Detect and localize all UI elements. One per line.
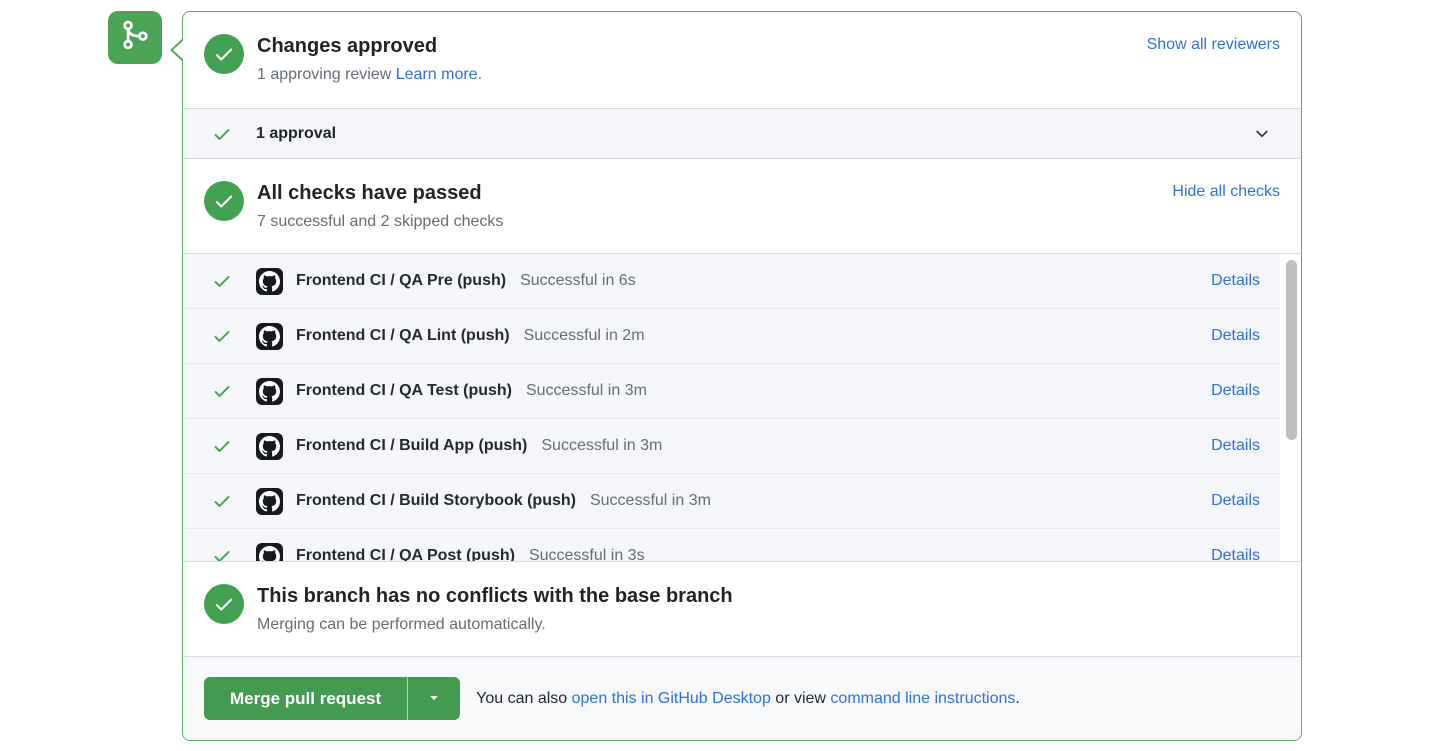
- check-details-link[interactable]: Details: [1211, 547, 1260, 561]
- check-status: Successful in 3m: [526, 382, 647, 400]
- git-merge-badge: [108, 11, 162, 64]
- checks-passed-section: All checks have passed 7 successful and …: [183, 159, 1301, 254]
- merge-footer: Merge pull request You can also open thi…: [183, 656, 1301, 740]
- github-actions-avatar-icon: [256, 323, 283, 350]
- approval-summary-row[interactable]: 1 approval: [183, 108, 1301, 159]
- check-success-icon: [212, 436, 232, 456]
- check-details-link[interactable]: Details: [1211, 327, 1260, 345]
- command-line-instructions-link[interactable]: command line instructions: [830, 690, 1015, 707]
- check-row: Frontend CI / Build App (push) Successfu…: [183, 419, 1280, 474]
- github-actions-avatar-icon: [256, 378, 283, 405]
- approving-review-count: 1 approving review: [257, 66, 391, 83]
- aside-middle: or view: [771, 690, 831, 707]
- check-success-icon: [212, 271, 232, 291]
- checks-title: All checks have passed: [257, 181, 503, 206]
- aside-prefix: You can also: [476, 690, 571, 707]
- check-status: Successful in 3m: [541, 437, 662, 455]
- review-title: Changes approved: [257, 34, 482, 59]
- checks-subtitle: 7 successful and 2 skipped checks: [257, 212, 503, 233]
- merge-pull-request-button[interactable]: Merge pull request: [204, 677, 407, 720]
- check-details-link[interactable]: Details: [1211, 492, 1260, 510]
- check-details-link[interactable]: Details: [1211, 272, 1260, 290]
- check-row: Frontend CI / QA Lint (push) Successful …: [183, 309, 1280, 364]
- learn-more-link[interactable]: Learn more.: [396, 66, 482, 83]
- github-actions-avatar-icon: [256, 268, 283, 295]
- check-name: Frontend CI / Build App (push): [296, 437, 527, 455]
- check-name: Frontend CI / QA Post (push): [296, 547, 515, 561]
- checks-list[interactable]: Frontend CI / QA Pre (push) Successful i…: [183, 254, 1301, 561]
- check-success-icon: [212, 381, 232, 401]
- checks-scrollbar[interactable]: [1286, 260, 1297, 440]
- approval-check-icon: [212, 124, 232, 144]
- check-details-link[interactable]: Details: [1211, 382, 1260, 400]
- no-conflicts-check-circle-icon: [204, 584, 244, 624]
- hide-all-checks-link[interactable]: Hide all checks: [1172, 183, 1280, 201]
- checks-passed-circle-icon: [204, 181, 244, 221]
- no-conflicts-section: This branch has no conflicts with the ba…: [183, 561, 1301, 656]
- check-success-icon: [212, 546, 232, 561]
- check-name: Frontend CI / QA Lint (push): [296, 327, 510, 345]
- check-name: Frontend CI / QA Pre (push): [296, 272, 506, 290]
- check-status: Successful in 3m: [590, 492, 711, 510]
- check-status: Successful in 6s: [520, 272, 636, 290]
- check-success-icon: [212, 491, 232, 511]
- review-texts: Changes approved 1 approving review Lear…: [257, 33, 482, 86]
- check-name: Frontend CI / QA Test (push): [296, 382, 512, 400]
- check-success-icon: [212, 326, 232, 346]
- git-merge-icon: [120, 20, 150, 55]
- show-all-reviewers-link[interactable]: Show all reviewers: [1147, 36, 1280, 54]
- bubble-tail: [170, 38, 183, 62]
- check-name: Frontend CI / Build Storybook (push): [296, 492, 576, 510]
- no-conflicts-texts: This branch has no conflicts with the ba…: [257, 583, 733, 636]
- github-actions-avatar-icon: [256, 488, 283, 515]
- github-actions-avatar-icon: [256, 433, 283, 460]
- chevron-down-icon[interactable]: [1253, 125, 1271, 143]
- merge-button-group: Merge pull request: [204, 677, 460, 720]
- aside-suffix: .: [1015, 690, 1019, 707]
- check-row: Frontend CI / Build Storybook (push) Suc…: [183, 474, 1280, 529]
- check-status: Successful in 3s: [529, 547, 645, 561]
- check-row: Frontend CI / QA Pre (push) Successful i…: [183, 254, 1280, 309]
- merge-box: Changes approved 1 approving review Lear…: [182, 11, 1302, 741]
- review-subtitle: 1 approving review Learn more.: [257, 65, 482, 86]
- dropdown-caret-icon: [426, 689, 442, 708]
- no-conflicts-subtitle: Merging can be performed automatically.: [257, 615, 733, 636]
- github-actions-avatar-icon: [256, 543, 283, 562]
- check-row: Frontend CI / QA Post (push) Successful …: [183, 529, 1280, 561]
- check-row: Frontend CI / QA Test (push) Successful …: [183, 364, 1280, 419]
- review-approved-section: Changes approved 1 approving review Lear…: [183, 12, 1301, 108]
- open-in-github-desktop-link[interactable]: open this in GitHub Desktop: [572, 690, 771, 707]
- approved-check-circle-icon: [204, 34, 244, 74]
- footer-aside-text: You can also open this in GitHub Desktop…: [476, 690, 1020, 708]
- merge-options-dropdown-button[interactable]: [407, 677, 460, 720]
- check-details-link[interactable]: Details: [1211, 437, 1260, 455]
- no-conflicts-title: This branch has no conflicts with the ba…: [257, 584, 733, 609]
- checks-texts: All checks have passed 7 successful and …: [257, 180, 503, 233]
- approval-row-label: 1 approval: [256, 125, 336, 143]
- check-status: Successful in 2m: [524, 327, 645, 345]
